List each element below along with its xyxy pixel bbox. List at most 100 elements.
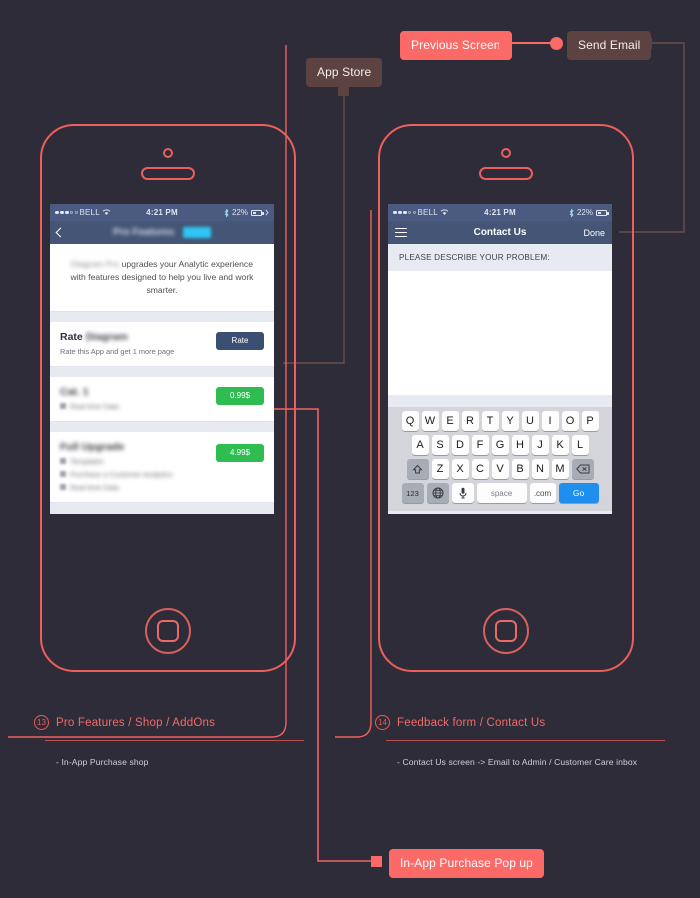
carrier-label: BELL [417,208,438,217]
key-q[interactable]: Q [401,411,419,431]
battery-icon [596,209,609,216]
note-title: Feedback form / Contact Us [397,716,546,729]
key-h[interactable]: H [511,435,529,455]
key-s[interactable]: S [431,435,449,455]
shift-up-icon [412,464,423,473]
shift-key[interactable] [406,459,429,479]
note-number: 14 [375,715,390,730]
home-button-inner-icon [495,620,517,642]
key-c[interactable]: C [471,459,489,479]
note-13: 13 Pro Features / Shop / AddOns - In-App… [34,715,304,767]
rate-button[interactable]: Rate [216,331,264,350]
form-field-label: PLEASE DESCRIBE YOUR PROBLEM: [388,244,612,271]
key-n[interactable]: N [531,459,549,479]
globe-key[interactable] [426,483,449,503]
key-v[interactable]: V [491,459,509,479]
key-u[interactable]: U [521,411,539,431]
check-icon [60,471,66,478]
key-g[interactable]: G [491,435,509,455]
key-w[interactable]: W [421,411,439,431]
space-key[interactable]: space [476,483,527,503]
nav-title: Contact Us [473,227,527,238]
callout-previous-screen-endpoint [550,37,563,50]
section-gap [50,421,274,432]
key-e[interactable]: E [441,411,459,431]
home-button[interactable] [145,608,191,654]
go-key[interactable]: Go [558,483,599,503]
wireframe-canvas: App Store Previous Screen Send Email In-… [0,0,700,898]
key-a[interactable]: A [411,435,429,455]
item-feature: Real time Data [60,483,264,492]
note-body: - In-App Purchase shop [56,757,149,767]
key-f[interactable]: F [471,435,489,455]
check-icon [60,484,66,491]
signal-strength-icon [393,210,416,215]
key-l[interactable]: L [571,435,589,455]
status-bar: BELL 4:21 PM 22% [50,204,274,221]
bluetooth-icon [569,208,574,217]
nav-title-text: Pro Features [113,227,175,239]
dotcom-key[interactable]: .com [529,483,556,503]
keyboard-row-1: Q W E R T Y U I O P [390,411,610,431]
key-i[interactable]: I [541,411,559,431]
key-y[interactable]: Y [501,411,519,431]
problem-description-input[interactable] [388,271,612,395]
list-item-rate[interactable]: Rate Diagram Rate this App and get 1 mor… [50,321,274,366]
key-d[interactable]: D [451,435,469,455]
phone-contact-us: BELL 4:21 PM 22% Contact Us Done PLEASE … [378,124,634,672]
key-j[interactable]: J [531,435,549,455]
callout-previous-screen-anchor [499,38,510,49]
status-bar: BELL 4:21 PM 22% [388,204,612,221]
key-o[interactable]: O [561,411,579,431]
list-item-full-upgrade[interactable]: Full Upgrade Templates Purchase a Custom… [50,431,274,502]
callout-app-store[interactable]: App Store [306,58,383,87]
key-t[interactable]: T [481,411,499,431]
callout-send-email[interactable]: Send Email [567,31,652,60]
key-x[interactable]: X [451,459,469,479]
item-feature: Purchase a Customer Analytics [60,470,264,479]
item-title-blurred: Full Upgrade [60,440,125,453]
hamburger-icon[interactable] [395,227,407,238]
carrier-label: BELL [79,208,100,217]
list-item-category-1[interactable]: Cat. 1 Real time Data 0.99$ [50,376,274,421]
key-p[interactable]: P [581,411,599,431]
done-button[interactable]: Done [583,228,605,238]
backspace-icon [575,464,589,474]
key-r[interactable]: R [461,411,479,431]
intro-paragraph: Diagram Pro upgrades your Analytic exper… [50,244,274,311]
chevron-right-icon [265,209,269,216]
numeric-key[interactable]: 123 [401,483,424,503]
onscreen-keyboard: Q W E R T Y U I O P A S D F G H J K L Z … [388,407,612,511]
keyboard-row-2: A S D F G H J K L [390,435,610,455]
back-chevron-icon[interactable] [55,227,66,238]
home-button[interactable] [483,608,529,654]
clock-label: 4:21 PM [484,208,516,217]
microphone-icon [459,487,466,499]
wifi-icon [102,209,111,215]
key-m[interactable]: M [551,459,569,479]
backspace-key[interactable] [571,459,594,479]
earpiece-speaker-icon [141,167,195,180]
callout-previous-screen[interactable]: Previous Screen [400,31,512,60]
key-z[interactable]: Z [431,459,449,479]
feature-label: Purchase a Customer Analytics [70,469,173,479]
key-b[interactable]: B [511,459,529,479]
note-divider [386,740,665,741]
note-14: 14 Feedback form / Contact Us - Contact … [375,715,665,767]
battery-percent-label: 22% [231,208,248,217]
note-body: - Contact Us screen -> Email to Admin / … [397,757,638,767]
section-gap [50,311,274,322]
callout-send-email-anchor [641,38,652,49]
price-button-0-99[interactable]: 0.99$ [216,386,264,405]
screen-contact-us: BELL 4:21 PM 22% Contact Us Done PLEASE … [388,204,612,514]
battery-icon [251,209,264,216]
keyboard-row-3: Z X C V B N M [390,459,610,479]
brand-name-blurred: Diagram Pro [70,259,120,269]
dictation-key[interactable] [451,483,474,503]
key-k[interactable]: K [551,435,569,455]
keyboard-spacer [388,395,612,407]
price-button-4-99[interactable]: 4.99$ [216,443,264,462]
item-title-blurred: Diagram [85,330,128,343]
callout-in-app-purchase-popup[interactable]: In-App Purchase Pop up [389,849,544,878]
item-subtitle-blurred: Real time Data [70,401,119,411]
